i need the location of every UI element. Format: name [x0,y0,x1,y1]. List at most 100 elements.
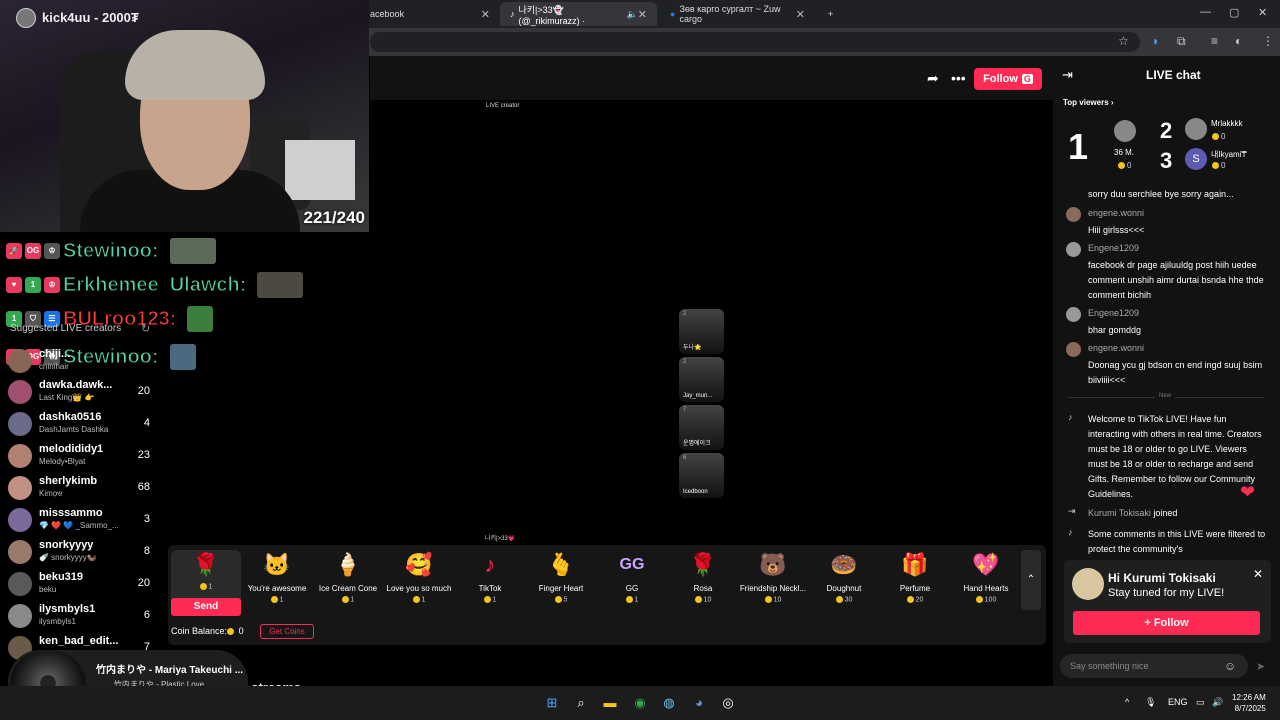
creator-item[interactable]: melodididy1 Melody•Blyat 23 [8,441,156,471]
system-message: ♪ Some comments in this LIVE were filter… [1068,527,1266,554]
avatar[interactable] [1114,120,1136,142]
close-window-icon[interactable]: ✕ [1258,6,1267,19]
gift-item[interactable]: ♪ TikTok 1 [455,550,525,616]
avatar[interactable] [1066,307,1081,322]
collapse-chat-icon[interactable]: ⇥ [1062,67,1073,83]
windows-start-icon[interactable]: ⊞ [543,694,561,712]
file-explorer-icon[interactable]: ▬ [601,694,619,712]
avatar [8,412,32,436]
heart-icon[interactable]: ❤ [1240,482,1255,503]
gift-item[interactable]: 🫰 Finger Heart 5 [526,550,596,616]
creator-item[interactable]: sherlykimb Kimợe 68 [8,473,156,503]
language-indicator[interactable]: ENG [1168,697,1188,707]
close-icon[interactable]: ✕ [481,8,490,21]
emoji-icon[interactable]: ☺ [1224,659,1236,673]
puzzle-icon[interactable]: ⧉ [1177,34,1186,49]
viewer-thumb[interactable]: 7 운명에이크 [679,405,724,450]
microphone-icon[interactable]: 🎙 [1145,697,1156,708]
hand-hearts-icon: 💖 [972,552,1000,577]
refresh-icon[interactable]: ↻ [141,322,150,335]
star-icon[interactable]: ☆ [1118,34,1129,48]
gift-item[interactable]: 🌹 Rosa 10 [668,550,738,616]
viewer-thumb[interactable]: 6 Icedboon [679,453,724,498]
more-icon[interactable]: ••• [951,70,966,86]
gift-item[interactable]: 💖 Hand Hearts 100 [951,550,1021,616]
gift-item[interactable]: 🐻 Friendship Neckl... 10 [738,550,808,616]
avatar[interactable] [1066,242,1081,257]
close-icon[interactable]: ✕ [1253,567,1263,581]
avatar [8,572,32,596]
avatar [1072,568,1104,600]
discord-icon[interactable]: ◕ [690,694,708,712]
tab-cargo[interactable]: ● Зөв карго сургалт ~ Zuw cargo ✕ [660,2,815,26]
creator-item[interactable]: ilysmbyls1 ilysmbyls1 6 [8,601,156,631]
chat-input[interactable] [1070,659,1220,673]
ice-cream-icon: 🍦 [334,552,362,577]
get-coins-button[interactable]: Get Coins [260,624,314,639]
profile-icon[interactable]: ◐ [1235,34,1242,48]
extension-icon[interactable]: ◗ [1152,34,1159,48]
rank-number: 1 [1068,126,1089,167]
bear-icon: 🐻 [759,552,787,577]
creator-item[interactable]: snorkyyyy 🍼 snorkyyyy🦦 8 [8,537,156,567]
rocket-badge-icon: 🚀 [6,243,22,259]
coin-icon [694,596,702,603]
chevron-up-icon[interactable]: ^ [1125,697,1129,707]
top-viewer-coins: 0 [1212,161,1225,170]
creator-item[interactable]: dawka.dawk... Last King👑 👉 20 [8,377,156,407]
tab-tiktok-live[interactable]: ♪ 나키|>33👻 (@_rikimurazz) · 🔈 ✕ [500,2,657,26]
popup-follow-button[interactable]: + Follow [1073,611,1260,635]
background-box [285,140,355,200]
url-field[interactable] [370,32,1140,52]
coin-icon [1212,133,1219,141]
media-icon[interactable]: ≡ [1211,34,1218,48]
creator-item[interactable]: misssammo 💎 ❤️ 💙 _Sammo_... 3 [8,505,156,535]
coin-icon [483,596,491,603]
creator-item[interactable]: chiji... chinihair [8,346,156,376]
top-viewer-name: Mrlakkkk [1211,119,1243,128]
webcam-overlay: kick4uu - 2000₮ 221/240 [0,0,369,232]
viewer-thumb[interactable]: 2 두나🌟 [679,309,724,354]
coin-icon [554,596,562,603]
steam-icon[interactable]: ◍ [660,694,678,712]
chrome-icon[interactable]: ◉ [631,694,649,712]
new-tab-button[interactable]: + [818,2,838,26]
network-icon[interactable]: ▭ [1196,697,1205,708]
chat-message: Engene1209 facebook dr page ajiluuldg po… [1066,242,1270,302]
gift-item[interactable]: GG GG 1 [597,550,667,616]
search-icon[interactable]: ⌕ [572,694,590,712]
top-viewers-link[interactable]: Top viewers › [1063,98,1114,107]
send-arrow-icon[interactable]: ➤ [1256,660,1265,673]
gift-item[interactable]: 🍦 Ice Cream Cone 1 [313,550,383,616]
viewer-thumb[interactable]: 2 Jay_mun... [679,357,724,402]
tab-facebook[interactable]: acebook ✕ [360,2,500,26]
avatar[interactable] [1066,342,1081,357]
avatar[interactable] [1066,207,1081,222]
creator-item[interactable]: beku319 beku 20 [8,569,156,599]
gift-item[interactable]: 🥰 Love you so much 1 [384,550,454,616]
send-button[interactable]: Send [171,598,241,616]
close-icon[interactable]: ✕ [796,8,805,21]
system-clock[interactable]: 12:26 AM 8/7/2025 [1232,692,1266,714]
follow-button[interactable]: Follow G [974,68,1042,90]
new-label: New [1155,393,1176,399]
avatar[interactable] [1185,118,1207,140]
app-icon[interactable]: ◎ [719,694,737,712]
emote-image [257,272,304,298]
share-icon[interactable]: ➦ [927,70,939,87]
expand-gifts-button[interactable]: ⌃ [1021,550,1041,610]
top-viewer-coins: 0 [1118,161,1131,170]
avatar[interactable]: S [1185,148,1207,170]
crown-badge-icon: ♔ [44,277,60,293]
coin-icon [764,596,772,603]
creator-item[interactable]: dashka0516 DashJamts Dashka 4 [8,409,156,439]
maximize-icon[interactable]: ▢ [1229,6,1239,19]
menu-icon[interactable]: ⋮ [1262,34,1274,48]
gift-item[interactable]: 🎁 Perfume 20 [880,550,950,616]
speaker-icon[interactable]: 🔈 [627,9,638,20]
volume-icon[interactable]: 🔊 [1212,697,1223,708]
minimize-icon[interactable]: — [1200,6,1211,18]
close-icon[interactable]: ✕ [638,8,647,21]
gift-item[interactable]: 🍩 Doughnut 30 [809,550,879,616]
gift-item[interactable]: 🐱 You're awesome 1 [242,550,312,616]
